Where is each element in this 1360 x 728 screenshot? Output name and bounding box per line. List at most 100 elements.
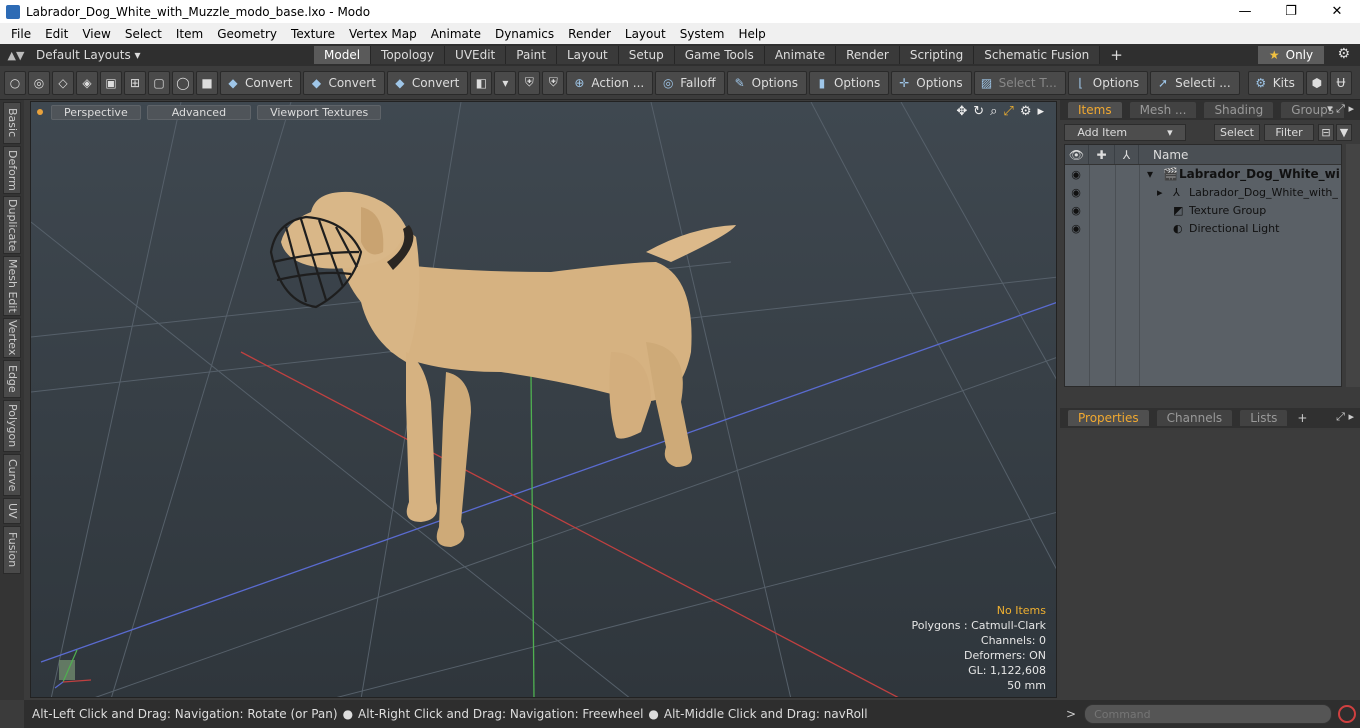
items-list[interactable]: 👁 ✚ ⅄ Name ◉ ▾ 🎬 Labrador_Dog_White_wit … [1064, 144, 1342, 387]
options-button-2[interactable]: ▮ Options [808, 70, 890, 95]
menu-dynamics[interactable]: Dynamics [488, 27, 561, 41]
labrador-dog-model[interactable] [269, 191, 736, 547]
tab-topology[interactable]: Topology [371, 46, 446, 64]
convert-button-2[interactable]: ◆ Convert [303, 70, 385, 95]
tab-mesh-edit[interactable]: Mesh Edit [3, 256, 21, 316]
snap-shield-icon[interactable]: ⛨ [542, 70, 565, 95]
only-toggle-button[interactable]: ★ Only [1258, 46, 1324, 64]
list-item[interactable]: ◉ ▾ 🎬 Labrador_Dog_White_wit ... [1065, 165, 1341, 183]
tab-polygon[interactable]: Polygon [3, 400, 21, 452]
menu-render[interactable]: Render [561, 27, 618, 41]
tab-shading[interactable]: Shading [1204, 102, 1274, 118]
tab-items[interactable]: Items [1068, 102, 1122, 118]
tab-vertex[interactable]: Vertex [3, 318, 21, 358]
kits-button[interactable]: ⚙ Kits [1247, 70, 1304, 95]
mesh-cube-icon[interactable]: ◧ [470, 70, 493, 95]
properties-area[interactable] [1060, 430, 1360, 728]
menu-animate[interactable]: Animate [424, 27, 488, 41]
tab-game-tools[interactable]: Game Tools [674, 46, 765, 64]
edge-mode-icon[interactable]: ◎ [28, 70, 50, 95]
perspective-dropdown[interactable]: Perspective [51, 104, 141, 120]
gear-icon[interactable]: ⚙ [1337, 46, 1350, 62]
items-scrollbar[interactable] [1346, 144, 1360, 387]
convert-button-3[interactable]: ◆ Convert [386, 70, 469, 95]
vertex-mode-icon[interactable]: ○ [4, 70, 26, 95]
menu-edit[interactable]: Edit [38, 27, 75, 41]
pan-icon[interactable]: ✥ [956, 104, 967, 119]
lock-column-icon[interactable]: ✚ [1089, 145, 1115, 164]
eye-icon[interactable]: ◉ [1065, 222, 1087, 235]
item-mode-icon[interactable]: ◈ [76, 70, 98, 95]
select-through-button[interactable]: ▨ Select T... [973, 70, 1066, 95]
rotate-icon[interactable]: ↻ [973, 104, 984, 119]
3d-viewport[interactable]: Perspective Advanced Viewport Textures ✥… [30, 101, 1057, 698]
tab-duplicate[interactable]: Duplicate [3, 196, 21, 254]
tab-fusion[interactable]: Fusion [3, 526, 21, 574]
panel-options-icon[interactable]: ⤢ ▸ [1336, 410, 1354, 424]
advanced-dropdown[interactable]: Advanced [146, 104, 252, 120]
pivot-mode-icon[interactable]: ⊞ [124, 70, 146, 95]
options-button-4[interactable]: ⌊ Options [1067, 70, 1149, 95]
maximize-button[interactable]: ❐ [1268, 0, 1314, 23]
tab-lists[interactable]: Lists [1240, 410, 1288, 426]
eye-icon[interactable]: ◉ [1065, 168, 1087, 181]
arrange-icon[interactable]: ▲▼ [6, 49, 26, 62]
select-button[interactable]: Select [1214, 124, 1260, 141]
list-item[interactable]: ◉ ▸ ⅄ Labrador_Dog_White_with_ ... [1065, 183, 1341, 201]
falloff-button[interactable]: ◎ Falloff [655, 70, 725, 95]
viewport-textures-dropdown[interactable]: Viewport Textures [257, 104, 382, 120]
tab-schematic-fusion[interactable]: Schematic Fusion [974, 46, 1101, 64]
sphere-mode-icon[interactable]: ◯ [172, 70, 194, 95]
tree-expand-icon[interactable]: ▸ [1157, 186, 1163, 199]
close-button[interactable]: ✕ [1314, 0, 1360, 23]
eye-icon[interactable]: ◉ [1065, 186, 1087, 199]
unreal-icon[interactable]: Ʉ [1329, 70, 1352, 95]
menu-layout[interactable]: Layout [618, 27, 673, 41]
tab-properties[interactable]: Properties [1068, 410, 1149, 426]
tab-scripting[interactable]: Scripting [899, 46, 975, 64]
collapse-icon[interactable]: ⊟ [1318, 124, 1334, 141]
unity-icon[interactable]: ⬢ [1305, 70, 1328, 95]
polygon-mode-icon[interactable]: ◇ [52, 70, 74, 95]
material-mode-icon[interactable]: ▣ [100, 70, 122, 95]
name-column-header[interactable]: Name [1139, 145, 1188, 164]
tab-animate[interactable]: Animate [764, 46, 837, 64]
menu-item[interactable]: Item [169, 27, 210, 41]
cube-icon[interactable]: ■ [196, 70, 218, 95]
menu-view[interactable]: View [75, 27, 117, 41]
menu-system[interactable]: System [673, 27, 732, 41]
selection-button[interactable]: ➚ Selecti ... [1150, 70, 1240, 95]
tab-layout[interactable]: Layout [556, 46, 619, 64]
visibility-column-icon[interactable]: 👁 [1065, 145, 1089, 164]
tab-curve[interactable]: Curve [3, 454, 21, 496]
tab-mesh[interactable]: Mesh ... [1129, 102, 1197, 118]
panel-options-icon[interactable]: ▾ ⤢ ▸ [1327, 102, 1354, 116]
viewport-settings-icon[interactable]: ⚙ [1020, 104, 1032, 119]
tree-expand-icon[interactable]: ▾ [1147, 167, 1153, 181]
minimize-button[interactable]: — [1222, 0, 1268, 23]
default-layouts-dropdown[interactable]: Default Layouts ▾ [36, 48, 314, 62]
tab-basic[interactable]: Basic [3, 102, 21, 144]
maximize-viewport-icon[interactable]: ⤢ [1003, 104, 1013, 119]
tab-paint[interactable]: Paint [506, 46, 557, 64]
menu-help[interactable]: Help [731, 27, 772, 41]
dropdown-chevron-icon[interactable]: ▾ [494, 70, 517, 95]
symmetry-shield-icon[interactable]: ⛨ [518, 70, 541, 95]
tab-uvedit[interactable]: UVEdit [445, 46, 507, 64]
tab-model[interactable]: Model [314, 46, 372, 64]
stop-record-icon[interactable] [1338, 705, 1357, 723]
options-button-3[interactable]: ✛ Options [891, 70, 972, 95]
tab-uv[interactable]: UV [3, 498, 21, 524]
menu-geometry[interactable]: Geometry [210, 27, 284, 41]
type-column-icon[interactable]: ⅄ [1115, 145, 1139, 164]
menu-select[interactable]: Select [118, 27, 169, 41]
menu-file[interactable]: File [4, 27, 38, 41]
filter-button[interactable]: Filter [1264, 124, 1314, 141]
options-button-1[interactable]: ✎ Options [726, 70, 807, 95]
tab-channels[interactable]: Channels [1156, 410, 1233, 426]
list-item[interactable]: ◉ ◐ Directional Light [1065, 219, 1341, 237]
eye-icon[interactable]: ◉ [1065, 204, 1087, 217]
tab-deform[interactable]: Deform [3, 146, 21, 194]
tab-render[interactable]: Render [836, 46, 900, 64]
add-layout-tab-button[interactable]: + [1110, 46, 1123, 64]
